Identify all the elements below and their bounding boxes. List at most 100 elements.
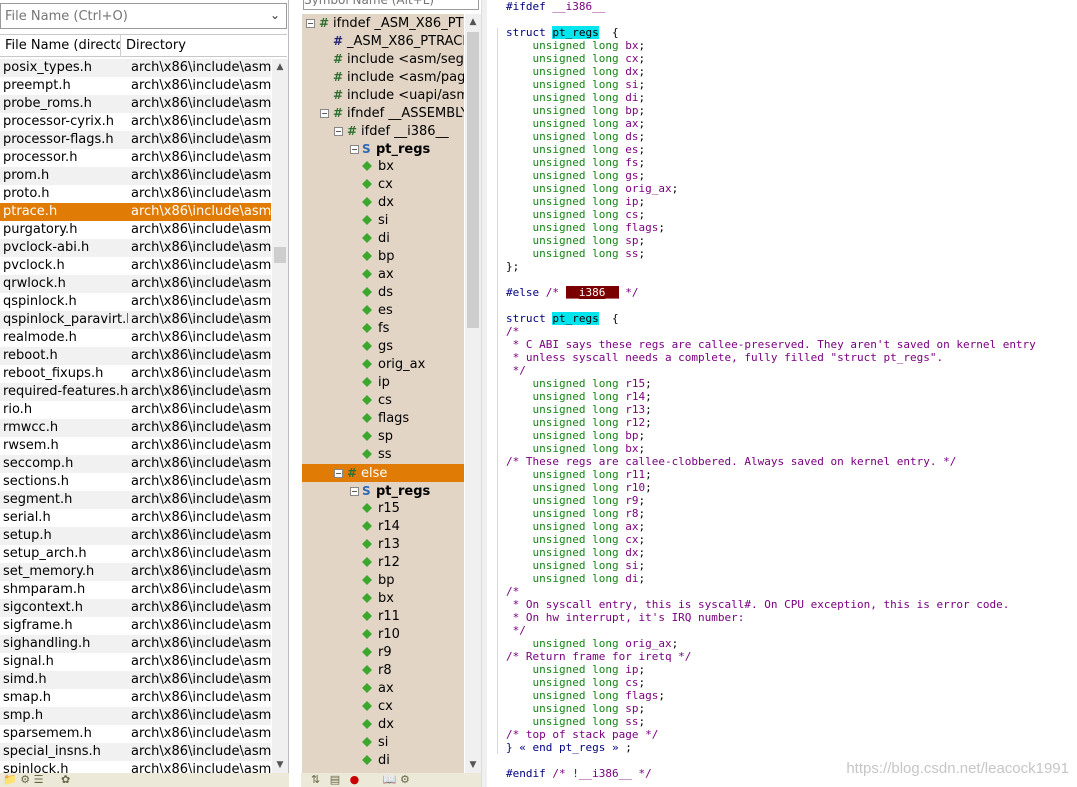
collapse-icon[interactable]: −	[306, 19, 315, 28]
scroll-down-icon[interactable]: ▼	[465, 757, 481, 773]
symbol-node-member[interactable]: r9	[302, 644, 464, 662]
gear-icon[interactable]: ⚙	[20, 773, 30, 786]
symbol-node-member[interactable]: di	[302, 752, 464, 770]
collapse-icon[interactable]: −	[350, 145, 359, 154]
scrollbar-thumb[interactable]	[467, 32, 479, 328]
file-row[interactable]: seccomp.h arch\x86\include\asm	[0, 455, 271, 473]
collapse-icon[interactable]: −	[320, 109, 329, 118]
file-row[interactable]: sigframe.h arch\x86\include\asm	[0, 617, 271, 635]
file-search-input[interactable]	[1, 4, 261, 28]
collapse-icon[interactable]: −	[334, 469, 343, 478]
file-row[interactable]: sparsemem.h arch\x86\include\asm	[0, 725, 271, 743]
book-icon[interactable]: 📖	[383, 773, 397, 786]
list-icon[interactable]: ☰	[34, 773, 44, 786]
symbol-node-member[interactable]: cx	[302, 698, 464, 716]
symbol-node-member[interactable]: ax	[302, 266, 464, 284]
symbol-node-member[interactable]: bp	[302, 572, 464, 590]
symbol-node-include[interactable]: #include <asm/page_types.h>	[302, 68, 464, 86]
scroll-down-icon[interactable]: ▼	[272, 757, 288, 773]
symbol-node-member[interactable]: r13	[302, 536, 464, 554]
file-row[interactable]: sigcontext.h arch\x86\include\asm	[0, 599, 271, 617]
symbol-node-ifdef[interactable]: −#ifndef _ASM_X86_PTRACE_H	[302, 14, 464, 32]
file-row[interactable]: rwsem.h arch\x86\include\asm	[0, 437, 271, 455]
symbol-node-define[interactable]: #_ASM_X86_PTRACE_H	[302, 32, 464, 50]
symbol-node-include[interactable]: #include <uapi/asm/ptrace.h>	[302, 86, 464, 104]
file-row[interactable]: processor-cyrix.h arch\x86\include\asm	[0, 113, 271, 131]
symbol-node-include[interactable]: #include <asm/segment.h>	[302, 50, 464, 68]
sort-icon[interactable]: ⇅	[311, 773, 320, 786]
symbol-node-member[interactable]: ss	[302, 446, 464, 464]
color-icon[interactable]: ●	[350, 773, 360, 786]
symbol-node-member[interactable]: dx	[302, 716, 464, 734]
symbol-node-struct[interactable]: − Spt_regs	[302, 482, 464, 500]
file-row[interactable]: rio.h arch\x86\include\asm	[0, 401, 271, 419]
symbol-node-member[interactable]: ds	[302, 284, 464, 302]
file-row[interactable]: segment.h arch\x86\include\asm	[0, 491, 271, 509]
folder-icon[interactable]: 📁	[3, 773, 17, 786]
file-row[interactable]: shmparam.h arch\x86\include\asm	[0, 581, 271, 599]
file-row[interactable]: setup.h arch\x86\include\asm	[0, 527, 271, 545]
file-row[interactable]: qspinlock_paravirt.h arch\x86\include\asm	[0, 311, 271, 329]
symbol-search-input[interactable]	[304, 0, 474, 6]
symbol-node-member[interactable]: si	[302, 734, 464, 752]
collapse-icon[interactable]: −	[334, 127, 343, 136]
symbol-node-member[interactable]: sp	[302, 428, 464, 446]
symbol-node-member[interactable]: r14	[302, 518, 464, 536]
symbol-node-member[interactable]: bx	[302, 590, 464, 608]
symbol-node-member[interactable]: dx	[302, 194, 464, 212]
file-row[interactable]: probe_roms.h arch\x86\include\asm	[0, 95, 271, 113]
symbol-node-member[interactable]: di	[302, 230, 464, 248]
symbol-node-member[interactable]: es	[302, 302, 464, 320]
symbol-node-member[interactable]: ax	[302, 680, 464, 698]
column-header-file-name[interactable]: File Name (directory)	[0, 35, 121, 57]
symbol-node-member[interactable]: bx	[302, 158, 464, 176]
file-row[interactable]: rmwcc.h arch\x86\include\asm	[0, 419, 271, 437]
symbol-node-member[interactable]: ip	[302, 374, 464, 392]
file-row[interactable]: realmode.h arch\x86\include\asm	[0, 329, 271, 347]
file-row[interactable]: simd.h arch\x86\include\asm	[0, 671, 271, 689]
column-header-directory[interactable]: Directory	[121, 35, 186, 57]
symbol-node-member[interactable]: r11	[302, 608, 464, 626]
file-list-scrollbar[interactable]: ▲ ▼	[272, 59, 288, 773]
file-row[interactable]: sighandling.h arch\x86\include\asm	[0, 635, 271, 653]
collapse-icon[interactable]: −	[350, 487, 359, 496]
symbol-node-member[interactable]: r15	[302, 500, 464, 518]
file-row[interactable]: set_memory.h arch\x86\include\asm	[0, 563, 271, 581]
file-row[interactable]: sections.h arch\x86\include\asm	[0, 473, 271, 491]
symbol-node-member[interactable]: r10	[302, 626, 464, 644]
file-row[interactable]: processor.h arch\x86\include\asm	[0, 149, 271, 167]
file-row[interactable]: proto.h arch\x86\include\asm	[0, 185, 271, 203]
file-row[interactable]: serial.h arch\x86\include\asm	[0, 509, 271, 527]
file-row[interactable]: ptrace.h arch\x86\include\asm	[0, 203, 271, 221]
symbol-node-member[interactable]: fs	[302, 320, 464, 338]
file-search-box[interactable]: ⌄	[0, 3, 287, 29]
settings-icon[interactable]: ✿	[61, 773, 70, 786]
symbol-node-ifdef[interactable]: −#ifndef __ASSEMBLY__	[302, 104, 464, 122]
code-editor[interactable]: #ifdef __i386__ struct pt_regs { unsigned…	[487, 0, 1077, 787]
symbol-node-ifdef[interactable]: − # ifdef __i386__	[302, 122, 464, 140]
file-row[interactable]: pvclock.h arch\x86\include\asm	[0, 257, 271, 275]
symbol-node-member[interactable]: r12	[302, 554, 464, 572]
file-row[interactable]: smp.h arch\x86\include\asm	[0, 707, 271, 725]
file-row[interactable]: pvclock-abi.h arch\x86\include\asm	[0, 239, 271, 257]
symbol-tree-scrollbar[interactable]: ▲ ▼	[465, 14, 481, 773]
file-row[interactable]: special_insns.h arch\x86\include\asm	[0, 743, 271, 761]
file-row[interactable]: signal.h arch\x86\include\asm	[0, 653, 271, 671]
file-row[interactable]: spinlock.h arch\x86\include\asm	[0, 761, 271, 773]
file-row[interactable]: prom.h arch\x86\include\asm	[0, 167, 271, 185]
file-row[interactable]: processor-flags.h arch\x86\include\asm	[0, 131, 271, 149]
file-row[interactable]: purgatory.h arch\x86\include\asm	[0, 221, 271, 239]
scroll-up-icon[interactable]: ▲	[465, 14, 481, 30]
chevron-down-icon[interactable]: ⌄	[270, 8, 280, 22]
file-row[interactable]: qrwlock.h arch\x86\include\asm	[0, 275, 271, 293]
file-row[interactable]: reboot.h arch\x86\include\asm	[0, 347, 271, 365]
symbol-node-member[interactable]: bp	[302, 248, 464, 266]
symbol-node-member[interactable]: gs	[302, 338, 464, 356]
file-row[interactable]: reboot_fixups.h arch\x86\include\asm	[0, 365, 271, 383]
symbol-node-member[interactable]: cx	[302, 176, 464, 194]
symbol-node-member[interactable]: r8	[302, 662, 464, 680]
symbol-search-box[interactable]	[303, 0, 479, 10]
view-icon[interactable]: ▤	[330, 773, 340, 786]
file-row[interactable]: smap.h arch\x86\include\asm	[0, 689, 271, 707]
file-row[interactable]: posix_types.h arch\x86\include\asm	[0, 59, 271, 77]
